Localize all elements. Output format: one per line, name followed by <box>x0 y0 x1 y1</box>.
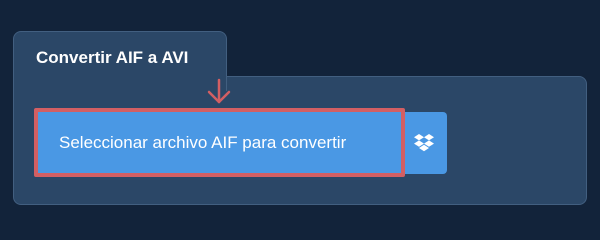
tab-title: Convertir AIF a AVI <box>36 48 189 67</box>
select-file-label: Seleccionar archivo AIF para convertir <box>59 132 347 152</box>
down-arrow-icon <box>207 78 231 104</box>
tab-panel-joint <box>14 74 226 80</box>
converter-tab: Convertir AIF a AVI <box>13 31 227 91</box>
dropbox-button[interactable] <box>401 112 447 174</box>
select-file-button[interactable]: Seleccionar archivo AIF para convertir <box>34 108 405 177</box>
dropbox-icon <box>414 134 434 152</box>
